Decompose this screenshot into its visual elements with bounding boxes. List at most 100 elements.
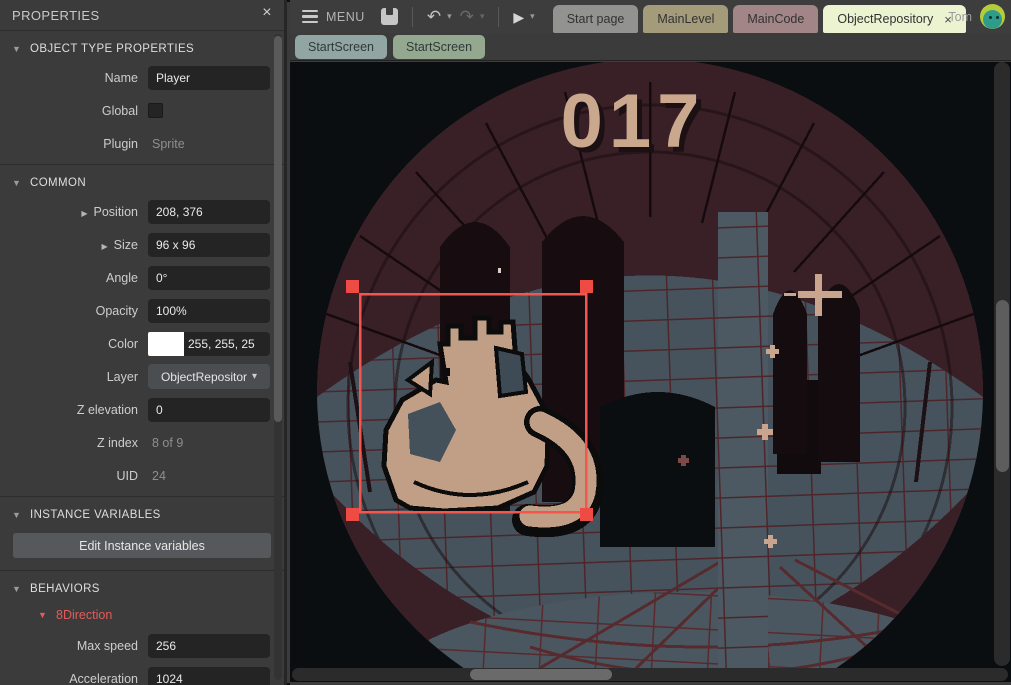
redo-button[interactable]: ↷ (456, 8, 478, 25)
plugin-label: Plugin (0, 137, 138, 151)
plugin-value: Sprite (148, 137, 270, 151)
property-row-z-index: Z index 8 of 9 (0, 426, 284, 459)
size-input[interactable] (148, 233, 270, 257)
section-header-common[interactable]: ▼ COMMON (0, 171, 284, 195)
section-header-behaviors[interactable]: ▼ BEHAVIORS (0, 577, 284, 601)
property-row-max-speed: Max speed (0, 629, 284, 662)
edit-instance-variables-button[interactable]: Edit Instance variables (13, 533, 271, 558)
name-input[interactable] (148, 66, 270, 90)
angle-input[interactable] (148, 266, 270, 290)
name-label: Name (0, 71, 138, 85)
horizontal-scrollbar-thumb[interactable] (470, 669, 612, 680)
section-common: ▼ COMMON ▶Position ▶Size Angle Opacity C… (0, 164, 284, 496)
z-index-value: 8 of 9 (148, 436, 270, 450)
property-row-layer: Layer ObjectRepositor ▾ (0, 360, 284, 393)
uid-value: 24 (148, 469, 270, 483)
properties-scrollbar-thumb[interactable] (274, 36, 282, 422)
tab-objectrepository[interactable]: ObjectRepository × (823, 5, 965, 33)
properties-panel: PROPERTIES × ▼ OBJECT TYPE PROPERTIES Na… (0, 0, 287, 685)
layer-dropdown[interactable]: ObjectRepositor ▾ (148, 364, 270, 389)
selection-handle-bottom-left[interactable] (346, 508, 359, 521)
tab-startscreen-1[interactable]: StartScreen (295, 35, 387, 59)
collapse-icon: ▼ (12, 510, 30, 520)
collapse-icon: ▼ (12, 584, 30, 594)
undo-dropdown-arrow[interactable]: ▾ (447, 11, 452, 22)
property-row-position: ▶Position (0, 195, 284, 228)
horizontal-scrollbar[interactable] (292, 668, 1008, 681)
collapse-icon: ▼ (38, 610, 56, 620)
tab-mainlevel[interactable]: MainLevel (643, 5, 728, 33)
z-elevation-input[interactable] (148, 398, 270, 422)
vertical-scrollbar[interactable] (994, 62, 1010, 666)
menu-button[interactable]: MENU (302, 10, 365, 24)
layer-value: ObjectRepositor (161, 370, 247, 384)
position-label: ▶Position (0, 205, 138, 219)
property-row-uid: UID 24 (0, 459, 284, 492)
undo-button[interactable]: ↶ (423, 8, 445, 25)
close-icon[interactable]: × (262, 5, 272, 21)
score-overlay: 017 017 (561, 79, 711, 169)
selection-handle-top-left[interactable] (346, 280, 359, 293)
toolbar-separator (498, 7, 499, 27)
expand-icon[interactable]: ▶ (102, 242, 108, 251)
preview-button[interactable]: ▶ (509, 10, 528, 24)
angle-label: Angle (0, 271, 138, 285)
acceleration-input[interactable] (148, 667, 270, 685)
global-checkbox[interactable] (148, 103, 163, 118)
acceleration-label: Acceleration (0, 672, 138, 685)
opacity-label: Opacity (0, 304, 138, 318)
z-elevation-label: Z elevation (0, 403, 138, 417)
tab-maincode[interactable]: MainCode (733, 5, 818, 33)
layer-label: Layer (0, 370, 138, 384)
color-label: Color (0, 337, 138, 351)
selection-handle-top-right[interactable] (580, 280, 593, 293)
layout-scene[interactable]: 017 017 (290, 62, 988, 668)
property-row-plugin: Plugin Sprite (0, 127, 284, 160)
size-label: ▶Size (0, 238, 138, 252)
properties-panel-title: PROPERTIES (12, 8, 100, 23)
undo-icon: ↶ (427, 8, 441, 25)
layout-canvas[interactable]: 017 017 (290, 62, 1011, 682)
vertical-scrollbar-thumb[interactable] (996, 300, 1009, 472)
collapse-icon: ▼ (12, 44, 30, 54)
save-icon (381, 8, 398, 25)
tab-start-page[interactable]: Start page (553, 5, 639, 33)
tab-bar: Start page MainLevel MainCode ObjectRepo… (553, 0, 971, 33)
redo-dropdown-arrow[interactable]: ▾ (480, 11, 485, 22)
toolbar-separator (412, 7, 413, 27)
section-header-instance-variables[interactable]: ▼ INSTANCE VARIABLES (0, 503, 284, 527)
top-toolbar: MENU ↶ ▾ ↷ ▾ ▶ ▾ (290, 0, 1011, 33)
property-row-opacity: Opacity (0, 294, 284, 327)
section-instance-variables: ▼ INSTANCE VARIABLES Edit Instance varia… (0, 496, 284, 570)
chevron-down-icon: ▾ (252, 371, 257, 382)
color-input[interactable] (184, 332, 270, 356)
save-button[interactable] (365, 8, 402, 25)
property-row-z-elevation: Z elevation (0, 393, 284, 426)
property-row-size: ▶Size (0, 228, 284, 261)
play-icon: ▶ (513, 10, 524, 24)
construct-editor-window: PROPERTIES × ▼ OBJECT TYPE PROPERTIES Na… (0, 0, 1011, 685)
property-row-global: Global (0, 94, 284, 127)
user-avatar[interactable] (980, 4, 1005, 29)
redo-icon: ↷ (460, 8, 474, 25)
properties-panel-header: PROPERTIES × (0, 0, 284, 30)
preview-dropdown-arrow[interactable]: ▾ (530, 11, 535, 22)
section-object-type: ▼ OBJECT TYPE PROPERTIES Name Global Plu… (0, 30, 284, 164)
behavior-8direction[interactable]: ▼ 8Direction (0, 601, 284, 629)
editor-area: MENU ↶ ▾ ↷ ▾ ▶ ▾ (290, 0, 1011, 685)
opacity-input[interactable] (148, 299, 270, 323)
section-behaviors: ▼ BEHAVIORS ▼ 8Direction Max speed Accel… (0, 570, 284, 685)
properties-scrollbar[interactable] (274, 34, 282, 680)
hamburger-icon (302, 10, 318, 24)
uid-label: UID (0, 469, 138, 483)
property-row-acceleration: Acceleration (0, 662, 284, 685)
selection-handle-bottom-right[interactable] (580, 508, 593, 521)
section-header-object-type[interactable]: ▼ OBJECT TYPE PROPERTIES (0, 37, 284, 61)
color-swatch[interactable] (148, 332, 184, 356)
position-input[interactable] (148, 200, 270, 224)
property-row-name: Name (0, 61, 284, 94)
tab-startscreen-2[interactable]: StartScreen (393, 35, 485, 59)
max-speed-input[interactable] (148, 634, 270, 658)
svg-text:017: 017 (561, 79, 706, 164)
expand-icon[interactable]: ▶ (81, 209, 87, 218)
